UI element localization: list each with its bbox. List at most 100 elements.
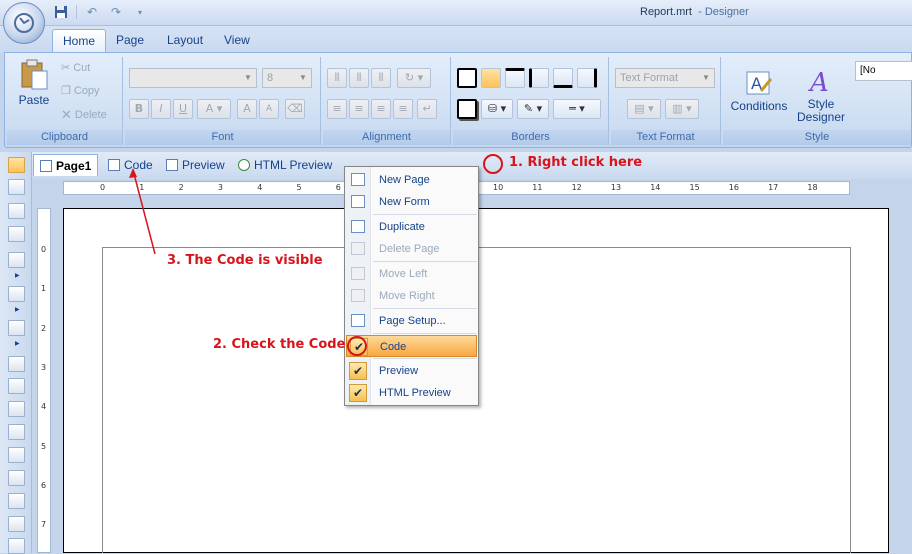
shadow-icon[interactable] xyxy=(457,99,477,119)
redo-icon[interactable]: ↷ xyxy=(107,3,125,21)
subreport-tool-icon[interactable] xyxy=(8,320,25,336)
grow-font-button[interactable]: A xyxy=(237,99,257,119)
cross-band-tool-icon[interactable] xyxy=(8,286,25,302)
conditions-button[interactable]: A Conditions xyxy=(729,69,789,113)
checkmark-icon: ✔ xyxy=(349,384,367,402)
barcode-component-icon[interactable] xyxy=(8,470,25,486)
text-tool-icon[interactable] xyxy=(8,203,25,219)
format-currency-button[interactable]: ▤ ▾ xyxy=(627,99,661,119)
code-icon xyxy=(108,159,120,171)
tab-code[interactable]: Code xyxy=(102,154,159,176)
tab-code-label: Code xyxy=(124,158,153,172)
menu-item-move-right[interactable]: Move Right xyxy=(346,285,477,307)
menu-item-preview[interactable]: ✔ Preview xyxy=(346,360,477,382)
align-right-icon[interactable]: ≡ xyxy=(371,99,391,119)
menu-item-html-preview[interactable]: ✔ HTML Preview xyxy=(346,382,477,404)
italic-button[interactable]: I xyxy=(151,99,171,119)
tab-view[interactable]: View xyxy=(214,29,260,53)
align-top-icon[interactable]: ⦀ xyxy=(327,68,347,88)
top-border-icon[interactable] xyxy=(505,68,525,88)
border-color-button[interactable]: ✎ ▾ xyxy=(517,99,549,119)
menu-item-delete-page[interactable]: Delete Page xyxy=(346,238,477,260)
borders-group: ⛁ ▾ ✎ ▾ ═ ▾ Borders xyxy=(453,57,609,145)
tab-preview[interactable]: Preview xyxy=(160,154,231,176)
align-center-icon[interactable]: ≡ xyxy=(349,99,369,119)
image-component-icon[interactable] xyxy=(8,447,25,463)
tab-layout[interactable]: Layout xyxy=(157,29,213,53)
align-left-icon[interactable]: ≡ xyxy=(327,99,347,119)
tab-html-preview[interactable]: HTML Preview xyxy=(232,154,338,176)
application-menu-button[interactable] xyxy=(3,2,45,44)
select-tool-icon[interactable] xyxy=(8,157,25,173)
table-component-icon[interactable] xyxy=(8,516,25,532)
right-border-icon[interactable] xyxy=(577,68,597,88)
style-designer-button[interactable]: A Style Designer xyxy=(793,67,849,124)
align-justify-icon[interactable]: ≡ xyxy=(393,99,413,119)
tab-page1[interactable]: Page1 xyxy=(33,154,99,176)
text-rotation-button[interactable]: ↻ ▾ xyxy=(397,68,431,88)
menu-item-code[interactable]: ✔ Code xyxy=(346,335,477,357)
expand-arrow-icon[interactable]: ▶ xyxy=(15,340,20,347)
word-wrap-icon[interactable]: ↵ xyxy=(417,99,437,119)
page-component-icon[interactable] xyxy=(8,356,25,372)
clipboard-group-label: Clipboard xyxy=(7,130,122,145)
tab-page[interactable]: Page xyxy=(106,29,154,53)
text-component-icon[interactable] xyxy=(8,401,25,417)
style-combo[interactable]: [No xyxy=(855,61,912,81)
align-bottom-icon[interactable]: ⦀ xyxy=(371,68,391,88)
style-group: A Conditions A Style Designer [No Style xyxy=(723,57,912,145)
no-border-icon[interactable] xyxy=(481,68,501,88)
undo-icon[interactable]: ↶ xyxy=(83,3,101,21)
menu-item-page-setup[interactable]: Page Setup... xyxy=(346,310,477,332)
cut-label: Cut xyxy=(73,61,91,74)
rich-text-component-icon[interactable] xyxy=(8,424,25,440)
font-color-button[interactable]: A ▾ xyxy=(197,99,231,119)
chart-component-icon[interactable] xyxy=(8,538,25,554)
band-tool-icon[interactable] xyxy=(8,252,25,268)
menu-item-new-page[interactable]: New Page xyxy=(346,169,477,191)
ruler-tick-label: 4 xyxy=(41,402,47,412)
ribbon-panel: Paste ✂ Cut ❐ Copy ✕ Delete Clipboard ▼ 8 ▼ … xyxy=(4,52,912,148)
tab-home[interactable]: Home xyxy=(52,29,107,53)
fill-color-button[interactable]: ⛁ ▾ xyxy=(481,99,513,119)
copy-button[interactable]: ❐ Copy xyxy=(61,84,100,98)
menu-item-duplicate[interactable]: Duplicate xyxy=(346,216,477,238)
text-format-combo[interactable]: Text Format ▼ xyxy=(615,68,715,88)
expand-arrow-icon[interactable]: ▶ xyxy=(15,306,20,313)
preview-icon xyxy=(166,159,178,171)
expand-arrow-icon[interactable]: ▶ xyxy=(15,272,20,279)
shape-component-icon[interactable] xyxy=(8,493,25,509)
save-icon[interactable] xyxy=(52,3,70,21)
delete-page-icon xyxy=(351,242,365,255)
border-style-button[interactable]: ═ ▾ xyxy=(553,99,601,119)
bold-button[interactable]: B xyxy=(129,99,149,119)
bottom-border-icon[interactable] xyxy=(553,68,573,88)
all-borders-icon[interactable] xyxy=(457,68,477,88)
eraser-icon[interactable]: ⌫ xyxy=(285,99,305,119)
window-title: Report.mrt - Designer xyxy=(640,6,749,18)
customize-toolbar-icon[interactable]: ▾ xyxy=(131,3,149,21)
font-group-label: Font xyxy=(125,130,320,145)
delete-button[interactable]: ✕ Delete xyxy=(61,107,107,123)
font-name-combo[interactable]: ▼ xyxy=(129,68,257,88)
new-page-icon xyxy=(351,173,365,186)
ruler-tick-label: 5 xyxy=(296,183,302,192)
menu-item-move-left[interactable]: Move Left xyxy=(346,263,477,285)
hand-tool-icon[interactable] xyxy=(8,179,25,195)
ruler-tick-label: 2 xyxy=(178,183,184,192)
format-percent-button[interactable]: ▥ ▾ xyxy=(665,99,699,119)
shrink-font-button[interactable]: A xyxy=(259,99,279,119)
panel-component-icon[interactable] xyxy=(8,378,25,394)
underline-button[interactable]: U xyxy=(173,99,193,119)
font-size-combo[interactable]: 8 ▼ xyxy=(262,68,312,88)
ruler-tick-label: 18 xyxy=(807,183,818,192)
format-painter-icon[interactable] xyxy=(8,226,25,242)
menu-item-new-form[interactable]: New Form xyxy=(346,191,477,213)
paste-button[interactable]: Paste xyxy=(11,59,57,107)
html-preview-icon xyxy=(238,159,250,171)
left-border-icon[interactable] xyxy=(529,68,549,88)
align-middle-icon[interactable]: ⦀ xyxy=(349,68,369,88)
conditions-icon: A xyxy=(746,71,773,95)
cut-button[interactable]: ✂ Cut xyxy=(61,61,91,75)
ruler-tick-label: 10 xyxy=(493,183,504,192)
